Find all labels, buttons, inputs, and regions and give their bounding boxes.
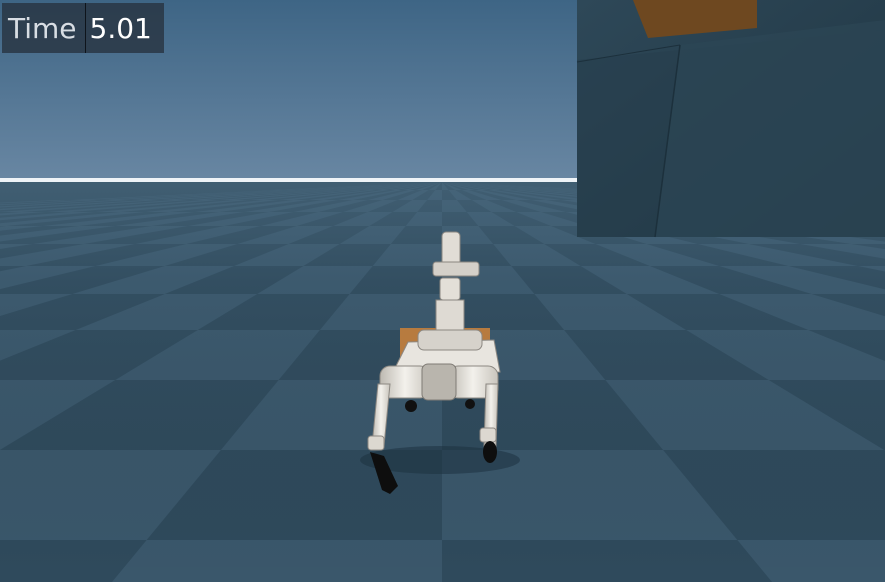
time-display: Time 5.01 [2, 3, 164, 53]
time-value: 5.01 [89, 11, 152, 45]
time-label: Time [2, 3, 86, 53]
scene-3d-view[interactable] [0, 0, 885, 582]
simulation-viewport[interactable]: Time 5.01 [0, 0, 885, 582]
wall-block [576, 0, 885, 238]
horizon-line [0, 178, 600, 182]
